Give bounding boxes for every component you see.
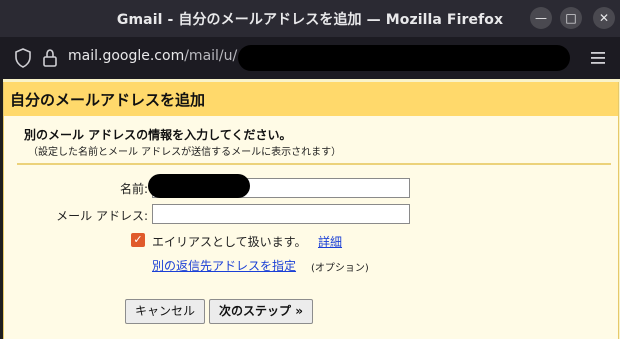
- url-text[interactable]: mail.google.com/mail/u/: [68, 48, 237, 64]
- minimize-icon[interactable]: —: [530, 7, 552, 29]
- next-step-button[interactable]: 次のステップ »: [209, 299, 313, 324]
- alias-checkbox[interactable]: ✓: [131, 233, 145, 247]
- name-label: 名前:: [119, 182, 148, 196]
- cancel-button[interactable]: キャンセル: [125, 299, 205, 324]
- reply-to-optional: (オプション): [311, 263, 369, 274]
- close-icon[interactable]: ✕: [593, 7, 615, 29]
- window-title: Gmail - 自分のメールアドレスを追加 — Mozilla Firefox: [116, 12, 504, 28]
- url-host: mail.google.com: [68, 48, 185, 64]
- lock-icon[interactable]: [42, 48, 58, 68]
- email-input[interactable]: [152, 204, 410, 224]
- add-address-dialog: 自分のメールアドレスを追加 別のメール アドレスの情報を入力してください。 （設…: [3, 82, 619, 339]
- hamburger-menu-icon[interactable]: [590, 51, 606, 65]
- alias-label: エイリアスとして扱います。: [152, 235, 307, 249]
- url-path: /mail/u/: [184, 48, 238, 64]
- dialog-note: （設定した名前とメール アドレスが送信するメールに表示されます）: [28, 147, 342, 158]
- divider: [17, 163, 611, 165]
- alias-detail-link[interactable]: 詳細: [318, 233, 342, 250]
- redaction-bar: [238, 45, 570, 71]
- page-content: 自分のメールアドレスを追加 別のメール アドレスの情報を入力してください。 （設…: [0, 79, 620, 339]
- url-bar[interactable]: mail.google.com/mail/u/: [0, 37, 620, 79]
- dialog-title-bar: 自分のメールアドレスを追加: [4, 82, 618, 116]
- window-titlebar: Gmail - 自分のメールアドレスを追加 — Mozilla Firefox …: [0, 0, 620, 37]
- email-label: メール アドレス:: [56, 209, 148, 223]
- tracking-shield-icon[interactable]: [14, 48, 32, 68]
- dialog-title: 自分のメールアドレスを追加: [10, 91, 206, 109]
- maximize-icon[interactable]: □: [560, 7, 582, 29]
- dialog-heading: 別のメール アドレスの情報を入力してください。: [24, 128, 292, 142]
- redaction-bar: [148, 174, 250, 198]
- reply-to-link[interactable]: 別の返信先アドレスを指定: [152, 257, 296, 274]
